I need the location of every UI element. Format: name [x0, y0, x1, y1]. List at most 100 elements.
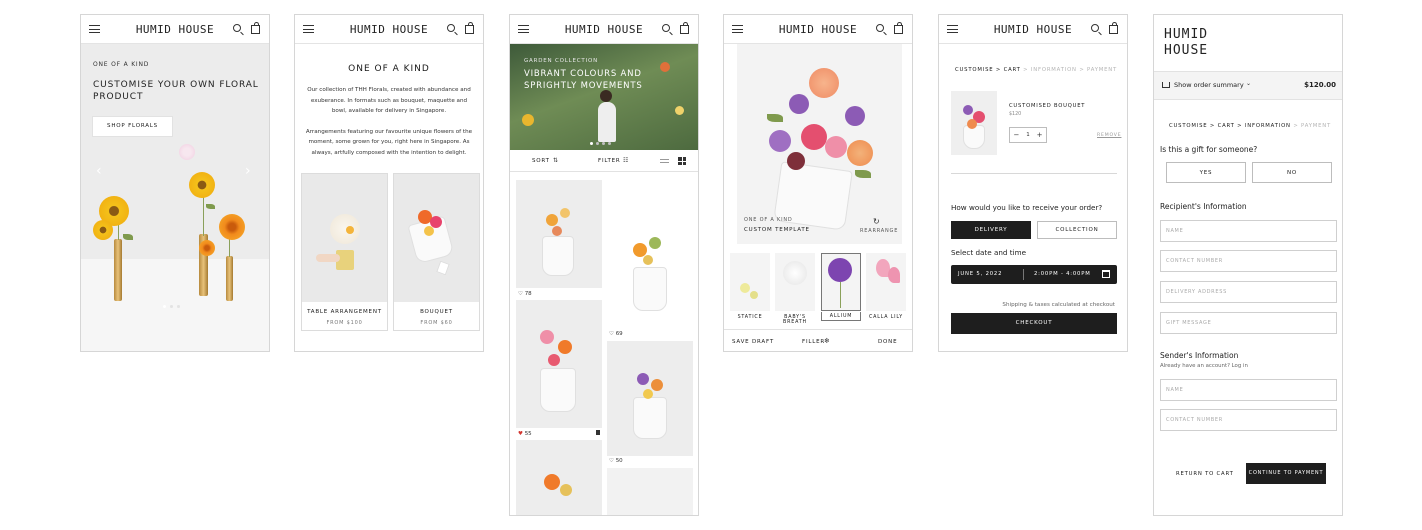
- search-icon[interactable]: [662, 24, 670, 32]
- brand-logo-stacked[interactable]: HUMID HOUSE: [1164, 27, 1208, 59]
- sender-name-field[interactable]: NAME: [1160, 379, 1337, 401]
- flower-option-label-selected: ALLIUM: [821, 312, 861, 321]
- gift-message-field[interactable]: GIFT MESSAGE: [1160, 312, 1337, 334]
- gift-yes-button[interactable]: YES: [1166, 162, 1246, 183]
- heart-filled-icon[interactable]: ♥: [518, 431, 523, 437]
- remove-link[interactable]: REMOVE: [1097, 133, 1121, 138]
- date-time-picker[interactable]: JUNE 5, 2022 2:00PM - 4:00PM: [951, 265, 1117, 284]
- sort-button[interactable]: SORT: [532, 158, 550, 164]
- search-icon[interactable]: [1091, 24, 1099, 32]
- carnation: [825, 136, 847, 158]
- order-summary-bar[interactable]: Show order summary ⌄ $120.00: [1154, 71, 1342, 100]
- grid-product[interactable]: [607, 203, 693, 329]
- carousel-dot[interactable]: [608, 142, 611, 145]
- bag-icon[interactable]: [1109, 22, 1118, 34]
- filler-icon[interactable]: ❄: [824, 337, 830, 345]
- collection-option[interactable]: COLLECTION: [1037, 221, 1117, 239]
- rearrange-button[interactable]: REARRANGE: [860, 228, 898, 234]
- carousel-dot[interactable]: [602, 142, 605, 145]
- bloom: [558, 340, 572, 354]
- flower-option-allium[interactable]: [821, 253, 861, 311]
- rearrange-icon[interactable]: ↻: [873, 217, 880, 226]
- heart-icon[interactable]: ♡: [518, 291, 523, 297]
- leaf: [206, 204, 215, 209]
- recipient-contact-field[interactable]: CONTACT NUMBER: [1160, 250, 1337, 272]
- checkout-button[interactable]: CHECKOUT: [951, 313, 1117, 334]
- login-link[interactable]: Already have an account? Log in: [1160, 363, 1248, 369]
- decrement-button[interactable]: −: [1013, 131, 1019, 139]
- recipient-heading: Recipient's Information: [1160, 202, 1247, 211]
- search-icon[interactable]: [876, 24, 884, 32]
- sender-contact-field[interactable]: CONTACT NUMBER: [1160, 409, 1337, 431]
- selected-date[interactable]: JUNE 5, 2022: [958, 271, 1002, 277]
- bouquet-canvas[interactable]: [737, 44, 902, 244]
- order-summary-toggle[interactable]: Show order summary: [1174, 81, 1244, 89]
- carousel-next-icon[interactable]: ›: [245, 163, 251, 179]
- bloom: [783, 261, 807, 285]
- filter-icon[interactable]: ☷: [623, 157, 628, 164]
- product-card-bouquet[interactable]: BOUQUET FROM $60: [393, 173, 480, 331]
- flower-option-calla-lily[interactable]: [866, 253, 906, 311]
- quantity-stepper[interactable]: − 1 +: [1009, 127, 1047, 143]
- product-card-table-arrangement[interactable]: TABLE ARRANGEMENT FROM $100: [301, 173, 388, 331]
- brand-logo[interactable]: HUMID HOUSE: [295, 23, 483, 36]
- allium: [789, 94, 809, 114]
- description-line: bowl, available for delivery in Singapor…: [331, 108, 447, 114]
- flower-option-babys-breath[interactable]: [775, 253, 815, 311]
- continue-to-payment-button[interactable]: CONTINUE TO PAYMENT: [1246, 463, 1326, 484]
- chevron-down-icon[interactable]: ⌄: [1246, 80, 1251, 87]
- carousel-dot[interactable]: [596, 142, 599, 145]
- carousel-dot[interactable]: [170, 305, 173, 308]
- grid-product[interactable]: [607, 341, 693, 456]
- brand-logo[interactable]: HUMID HOUSE: [724, 23, 912, 36]
- grid-view-icon[interactable]: [678, 157, 686, 165]
- grid-product[interactable]: [607, 468, 693, 515]
- breadcrumb-customise[interactable]: CUSTOMISE: [1169, 123, 1207, 129]
- search-icon[interactable]: [447, 24, 455, 32]
- grid-product[interactable]: [516, 300, 602, 428]
- increment-button[interactable]: +: [1037, 131, 1043, 139]
- bag-icon[interactable]: [465, 22, 474, 34]
- bag-icon[interactable]: [680, 22, 689, 34]
- quantity-value[interactable]: 1: [1026, 132, 1030, 138]
- bag-icon[interactable]: [894, 22, 903, 34]
- brand-logo[interactable]: HUMID HOUSE: [939, 23, 1127, 36]
- recipient-name-field[interactable]: NAME: [1160, 220, 1337, 242]
- gift-no-button[interactable]: NO: [1252, 162, 1332, 183]
- carousel-dot[interactable]: [590, 142, 593, 145]
- bookmark-icon[interactable]: [596, 430, 600, 435]
- sort-icon[interactable]: ⇅: [553, 157, 558, 164]
- filler-button[interactable]: FILLER: [802, 339, 825, 345]
- breadcrumb-cart[interactable]: CART: [1218, 123, 1235, 129]
- save-draft-button[interactable]: SAVE DRAFT: [732, 339, 774, 345]
- carousel-prev-icon[interactable]: ‹: [96, 163, 102, 179]
- yellow-bloom: [424, 226, 434, 236]
- heart-icon[interactable]: ♡: [609, 331, 614, 337]
- delivery-option[interactable]: DELIVERY: [951, 221, 1031, 239]
- flower-option-statice[interactable]: [730, 253, 770, 311]
- list-view-icon[interactable]: [660, 159, 669, 163]
- breadcrumb-customise[interactable]: CUSTOMISE: [955, 67, 993, 73]
- done-button[interactable]: DONE: [878, 339, 897, 345]
- hero-headline-line: CUSTOMISE YOUR OWN FLORAL: [93, 80, 259, 90]
- heart-icon[interactable]: ♡: [609, 458, 614, 464]
- brand-logo[interactable]: HUMID HOUSE: [81, 23, 269, 36]
- carousel-dot[interactable]: [177, 305, 180, 308]
- selected-time[interactable]: 2:00PM - 4:00PM: [1034, 271, 1091, 277]
- grid-product[interactable]: [516, 180, 602, 288]
- calendar-icon[interactable]: [1102, 270, 1110, 278]
- carousel-dot[interactable]: [163, 305, 166, 308]
- brand-logo[interactable]: HUMID HOUSE: [510, 23, 698, 36]
- breadcrumb-cart[interactable]: CART: [1004, 67, 1021, 73]
- filter-button[interactable]: FILTER: [598, 158, 621, 164]
- breadcrumb-information[interactable]: INFORMATION: [1245, 123, 1291, 129]
- shop-florals-button[interactable]: SHOP FLORALS: [93, 117, 172, 136]
- breadcrumb: CUSTOMISE > CART > INFORMATION > PAYMENT: [1169, 123, 1331, 129]
- return-to-cart-link[interactable]: RETURN TO CART: [1176, 471, 1234, 477]
- delivery-address-field[interactable]: DELIVERY ADDRESS: [1160, 281, 1337, 303]
- bag-icon[interactable]: [251, 22, 260, 34]
- search-icon[interactable]: [233, 24, 241, 32]
- grid-product[interactable]: [516, 440, 602, 515]
- bloom: [522, 114, 534, 126]
- customiser-screen: HUMID HOUSE ONE OF A KIND CUSTOM TEMPLAT…: [723, 14, 913, 352]
